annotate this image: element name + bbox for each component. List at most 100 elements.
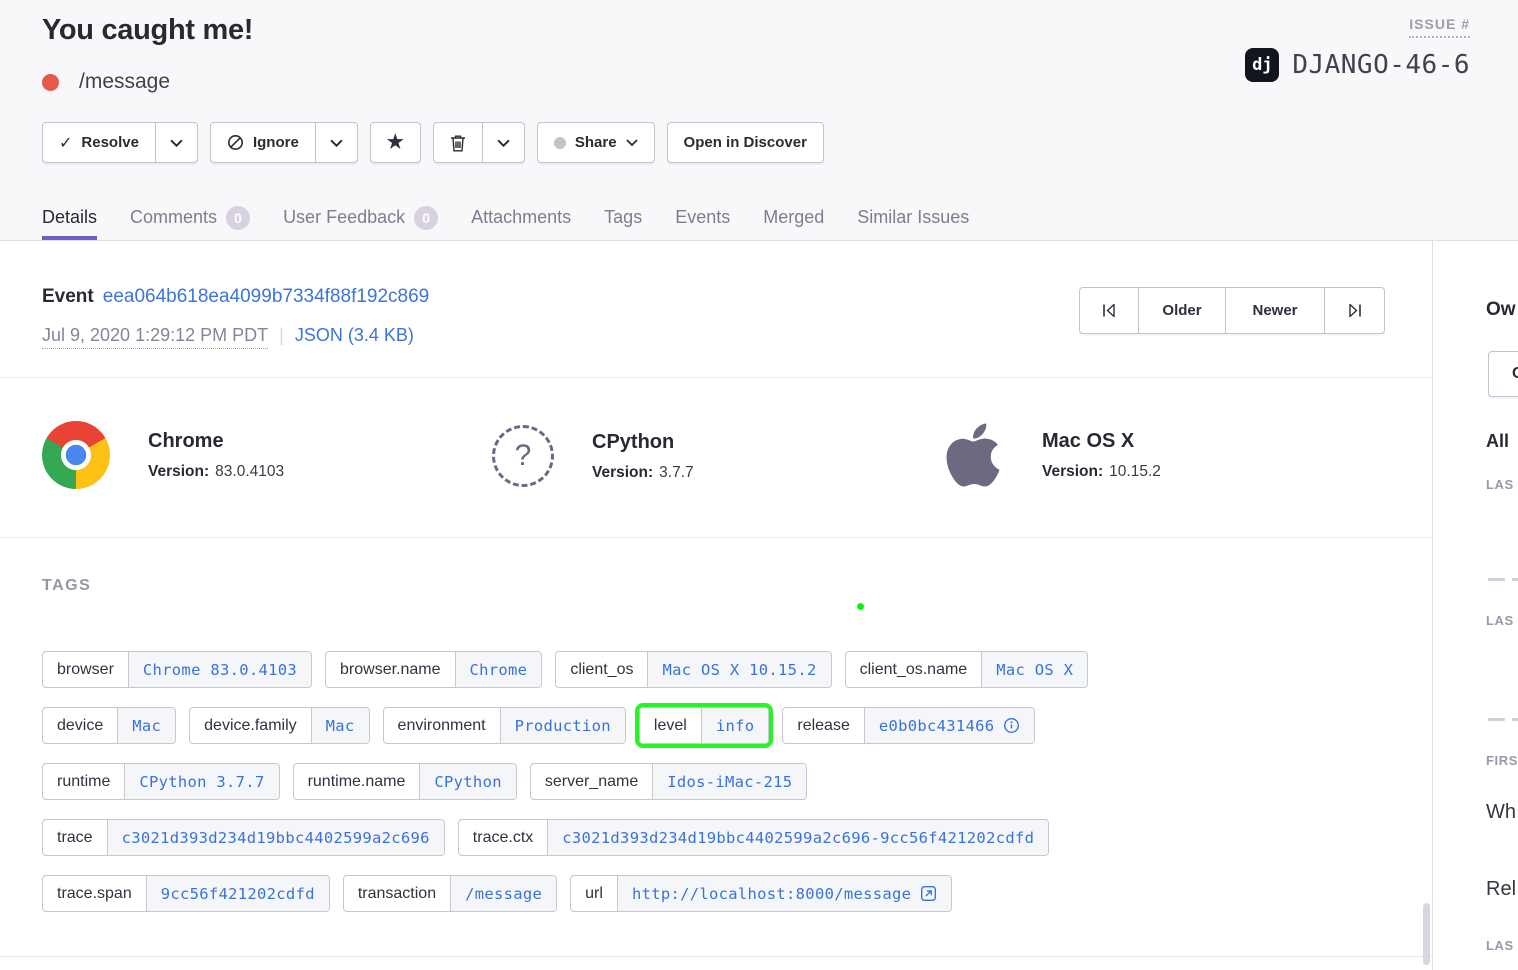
resolve-button[interactable]: ✓ Resolve xyxy=(42,122,156,163)
tag-value-text: Mac xyxy=(326,717,355,735)
tag-pill-client_os: client_osMac OS X 10.15.2 xyxy=(555,651,831,688)
tag-value-link[interactable]: Chrome 83.0.4103 xyxy=(128,652,311,687)
tag-pill-environment: environmentProduction xyxy=(383,707,626,744)
tag-value-link[interactable]: Idos-iMac-215 xyxy=(652,764,806,799)
tag-value-link[interactable]: Mac OS X xyxy=(981,652,1087,687)
version-value: 3.7.7 xyxy=(659,464,693,481)
tag-value-link[interactable]: Mac OS X 10.15.2 xyxy=(647,652,830,687)
tag-key: client_os xyxy=(556,652,647,687)
tag-key: release xyxy=(783,708,863,743)
tag-pill-browser.name: browser.name Chrome xyxy=(325,651,542,688)
tab-label: Merged xyxy=(763,207,824,228)
tag-value-link[interactable]: c3021d393d234d19bbc4402599a2c696 xyxy=(107,820,444,855)
issue-tabs: Details Comments0 User Feedback0 Attachment… xyxy=(42,195,969,240)
tag-key: trace.ctx xyxy=(459,820,547,855)
tag-pill-device.family: device.family Mac xyxy=(189,707,369,744)
tag-pill-browser: browserChrome 83.0.4103 xyxy=(42,651,312,688)
issue-header: You caught me! /message ✓ Resolve Ignore… xyxy=(0,0,1518,241)
bookmark-button[interactable]: ★ xyxy=(370,122,421,163)
tab-merged[interactable]: Merged xyxy=(763,195,824,240)
tag-value-link[interactable]: e0b0bc431466 xyxy=(864,708,1035,743)
delete-dropdown-button[interactable] xyxy=(483,122,525,163)
tag-key: level xyxy=(640,708,701,743)
trash-icon xyxy=(450,134,466,152)
tag-value-link[interactable]: http://localhost:8000/message xyxy=(617,876,951,911)
skip-to-last-icon xyxy=(1347,303,1363,318)
issue-short-id[interactable]: DJANGO-46-6 xyxy=(1292,50,1470,80)
tab-events[interactable]: Events xyxy=(675,195,730,240)
sidebar-create-button[interactable]: C xyxy=(1488,351,1518,397)
share-status-dot xyxy=(554,137,566,149)
tag-value-text: Chrome xyxy=(470,661,528,679)
delete-button[interactable] xyxy=(433,122,483,163)
ignore-dropdown-button[interactable] xyxy=(316,122,358,163)
main-content: Event eea064b618ea4099b7334f88f192c869 J… xyxy=(0,241,1432,970)
context-text: Mac OS X Version:10.15.2 xyxy=(1042,430,1161,481)
tab-user-feedback[interactable]: User Feedback0 xyxy=(283,195,438,240)
tag-value-text: info xyxy=(716,717,755,735)
tag-key: browser.name xyxy=(326,652,455,687)
ignore-button-group: Ignore xyxy=(210,122,358,163)
tab-label: Attachments xyxy=(471,207,571,228)
tag-pill-release: releasee0b0bc431466 xyxy=(782,707,1035,744)
tag-value-text: Mac OS X xyxy=(996,661,1073,679)
tab-similar-issues[interactable]: Similar Issues xyxy=(857,195,969,240)
event-id-link[interactable]: eea064b618ea4099b7334f88f192c869 xyxy=(103,286,430,308)
oldest-event-button[interactable] xyxy=(1079,287,1139,334)
tab-comments[interactable]: Comments0 xyxy=(130,195,250,240)
tag-pill-level: level info xyxy=(639,707,769,744)
star-icon: ★ xyxy=(387,133,404,152)
event-title-line: Event eea064b618ea4099b7334f88f192c869 xyxy=(42,286,429,308)
tag-row: runtimeCPython 3.7.7runtime.nameCPythons… xyxy=(42,763,1402,800)
error-level-dot xyxy=(42,74,59,91)
version-label: Version: xyxy=(1042,463,1103,480)
tag-value-link[interactable]: c3021d393d234d19bbc4402599a2c696-9cc56f4… xyxy=(547,820,1048,855)
chevron-down-icon xyxy=(626,139,638,146)
tag-value-link[interactable]: info xyxy=(701,708,769,743)
tag-value-link[interactable]: CPython 3.7.7 xyxy=(124,764,278,799)
tab-label: Comments xyxy=(130,207,217,228)
chevron-down-icon xyxy=(497,139,510,147)
sidebar-first-label: FIRS xyxy=(1486,753,1518,768)
tag-value-link[interactable]: Mac xyxy=(117,708,175,743)
tag-value-link[interactable]: /message xyxy=(450,876,556,911)
sidebar-last-label: LAS xyxy=(1486,938,1514,953)
tag-row: browserChrome 83.0.4103 browser.name Chrom… xyxy=(42,651,1402,688)
share-button[interactable]: Share xyxy=(537,122,655,163)
event-pagination: Older Newer xyxy=(1079,287,1385,334)
context-name: Mac OS X xyxy=(1042,430,1161,453)
share-label: Share xyxy=(575,134,617,151)
unknown-runtime-icon: ? xyxy=(492,425,554,487)
context-text: CPythonVersion:3.7.7 xyxy=(592,431,694,482)
resolve-dropdown-button[interactable] xyxy=(156,122,198,163)
tab-attachments[interactable]: Attachments xyxy=(471,195,571,240)
tag-key: device.family xyxy=(190,708,310,743)
newer-event-button[interactable]: Newer xyxy=(1226,287,1325,334)
sidebar-placeholder-dashes xyxy=(1488,578,1518,581)
tag-value-link[interactable]: Mac xyxy=(311,708,369,743)
tab-details[interactable]: Details xyxy=(42,195,97,240)
tag-key: runtime.name xyxy=(294,764,420,799)
chrome-logo-icon xyxy=(42,421,110,489)
ignore-button[interactable]: Ignore xyxy=(210,122,316,163)
tag-value-link[interactable]: Production xyxy=(500,708,625,743)
tag-value-link[interactable]: CPython xyxy=(419,764,515,799)
context-text: ChromeVersion:83.0.4103 xyxy=(148,430,284,481)
external-link-icon xyxy=(920,885,937,902)
version-value: 83.0.4103 xyxy=(215,463,284,480)
tab-tags[interactable]: Tags xyxy=(604,195,642,240)
tag-value-text: Mac xyxy=(132,717,161,735)
context-version: Version:10.15.2 xyxy=(1042,463,1161,481)
scrollbar-thumb[interactable] xyxy=(1423,903,1430,965)
tag-value-text: c3021d393d234d19bbc4402599a2c696 xyxy=(122,829,430,847)
open-in-discover-button[interactable]: Open in Discover xyxy=(667,122,824,163)
tag-value-link[interactable]: Chrome xyxy=(455,652,542,687)
older-event-button[interactable]: Older xyxy=(1139,287,1226,334)
event-json-link[interactable]: JSON (3.4 KB) xyxy=(295,325,414,346)
tag-value-link[interactable]: 9cc56f421202cdfd xyxy=(146,876,329,911)
skip-to-first-icon xyxy=(1101,303,1117,318)
tag-value-text: Chrome 83.0.4103 xyxy=(143,661,297,679)
newest-event-button[interactable] xyxy=(1325,287,1385,334)
tag-key: client_os.name xyxy=(846,652,982,687)
meta-divider: | xyxy=(279,325,284,346)
